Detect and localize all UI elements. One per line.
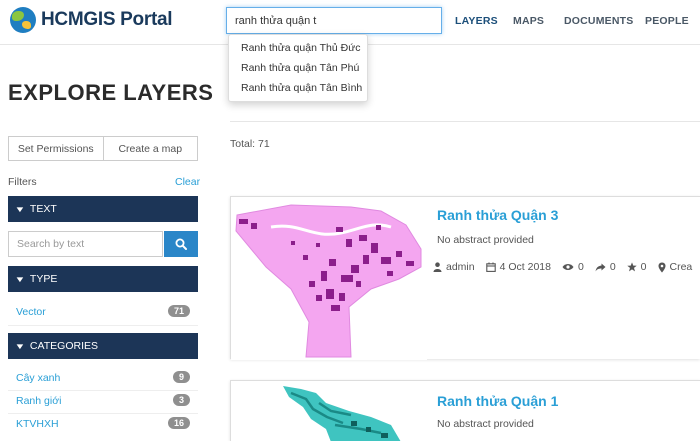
layer-date: 4 Oct 2018 xyxy=(499,261,551,273)
layer-title-link[interactable]: Ranh thửa Quận 1 xyxy=(437,393,558,409)
chevron-down-icon: ▼ xyxy=(14,341,26,351)
search-icon xyxy=(175,238,187,250)
text-filter-input[interactable] xyxy=(8,231,163,257)
layer-card: Ranh thửa Quận 1 No abstract provided xyxy=(230,380,700,441)
layer-abstract: No abstract provided xyxy=(437,234,534,246)
results-total: Total: 71 xyxy=(230,138,270,150)
layer-title-link[interactable]: Ranh thửa Quận 3 xyxy=(437,207,558,223)
view-count: 0 xyxy=(577,261,584,273)
layer-meta: admin 4 Oct 2018 0 0 0 Crea xyxy=(433,261,700,273)
brand-logo[interactable]: HCMGIS Portal xyxy=(10,7,173,33)
action-button-group: Set Permissions Create a map xyxy=(8,136,198,161)
owner-meta[interactable]: admin xyxy=(433,261,475,273)
search-suggestions: Ranh thửa quận Thủ Đức Ranh thửa quận Tâ… xyxy=(228,34,368,102)
divider xyxy=(230,121,700,122)
layer-thumbnail[interactable] xyxy=(231,381,427,441)
nav-maps[interactable]: MAPS xyxy=(513,15,544,27)
facet-item-label: Ranh giới xyxy=(16,395,62,407)
nav-people[interactable]: PEOPLE xyxy=(645,15,689,27)
layer-card: Ranh thửa Quận 3 No abstract provided ad… xyxy=(230,196,700,360)
owner-name: admin xyxy=(446,261,475,273)
clear-filters-link[interactable]: Clear xyxy=(175,176,200,188)
facet-item-label: Vector xyxy=(16,306,46,318)
category-label: Crea xyxy=(669,261,693,273)
suggestion-item[interactable]: Ranh thửa quận Tân Bình xyxy=(229,78,367,98)
facet-title: CATEGORIES xyxy=(29,340,98,352)
shares-meta: 0 xyxy=(595,261,616,273)
facet-title: TEXT xyxy=(29,203,57,215)
calendar-icon xyxy=(485,262,496,272)
facet-item-label: KTVHXH xyxy=(16,418,59,430)
category-meta[interactable]: Crea xyxy=(658,261,693,273)
create-map-button[interactable]: Create a map xyxy=(103,136,198,161)
views-meta: 0 xyxy=(562,261,584,273)
share-icon xyxy=(595,263,606,271)
layer-thumbnail[interactable] xyxy=(231,197,427,360)
facet-item-label: Cây xanh xyxy=(16,372,61,384)
global-search-input[interactable] xyxy=(226,7,442,34)
facet-item-vector[interactable]: Vector 71 xyxy=(8,302,194,322)
date-meta: 4 Oct 2018 xyxy=(485,261,551,273)
eye-icon xyxy=(562,264,574,270)
layer-abstract: No abstract provided xyxy=(437,418,534,430)
share-count: 0 xyxy=(609,261,616,273)
text-search-button[interactable] xyxy=(164,231,198,257)
facet-header-text[interactable]: ▼ TEXT xyxy=(8,196,198,222)
nav-documents[interactable]: DOCUMENTS xyxy=(564,15,633,27)
set-permissions-button[interactable]: Set Permissions xyxy=(8,136,104,161)
filters-label: Filters xyxy=(8,176,37,188)
count-badge: 9 xyxy=(172,371,190,383)
suggestion-item[interactable]: Ranh thửa quận Thủ Đức xyxy=(229,38,367,58)
count-badge: 3 xyxy=(172,394,190,406)
facet-header-categories[interactable]: ▼ CATEGORIES xyxy=(8,333,198,359)
facet-item-cay-xanh[interactable]: Cây xanh 9 xyxy=(8,368,194,388)
user-icon xyxy=(433,262,442,272)
rating-value: 0 xyxy=(640,261,647,273)
facet-item-ranh-gioi[interactable]: Ranh giới 3 xyxy=(8,391,194,411)
page-title: EXPLORE LAYERS xyxy=(8,80,214,105)
facet-title: TYPE xyxy=(29,273,58,285)
facet-header-type[interactable]: ▼ TYPE xyxy=(8,266,198,292)
star-icon xyxy=(626,262,637,272)
nav-layers[interactable]: LAYERS xyxy=(455,15,498,27)
rating-meta: 0 xyxy=(626,261,647,273)
brand-name: HCMGIS Portal xyxy=(41,9,173,30)
facet-item-ktvhxh[interactable]: KTVHXH 16 xyxy=(8,414,194,434)
map-marker-icon xyxy=(658,262,666,272)
chevron-down-icon: ▼ xyxy=(14,204,26,214)
count-badge: 16 xyxy=(167,417,190,429)
globe-logo-icon xyxy=(10,7,36,33)
count-badge: 71 xyxy=(167,305,190,317)
suggestion-item[interactable]: Ranh thửa quận Tân Phú xyxy=(229,58,367,78)
divider xyxy=(8,325,198,326)
chevron-down-icon: ▼ xyxy=(14,274,26,284)
